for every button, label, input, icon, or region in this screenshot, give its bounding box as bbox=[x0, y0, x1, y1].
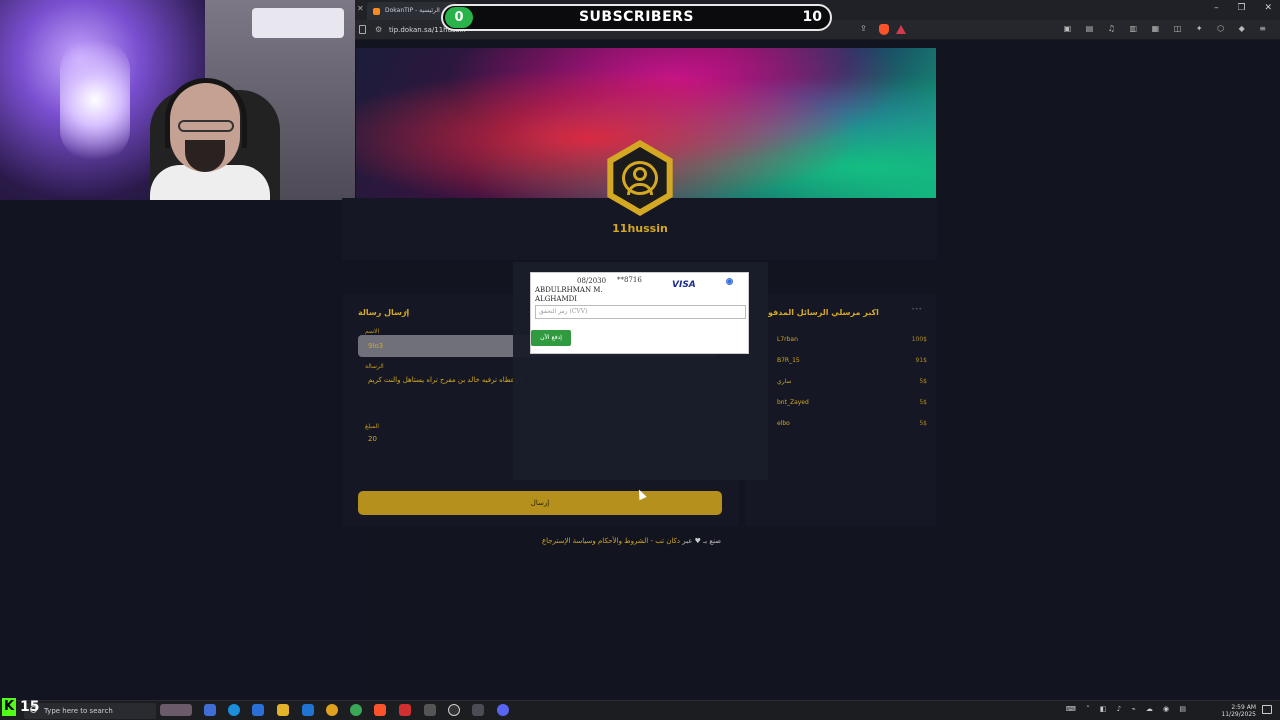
send-button[interactable]: إرسال bbox=[358, 491, 722, 515]
capcut-icon[interactable] bbox=[424, 704, 436, 716]
taskbar-weather-icon[interactable] bbox=[160, 704, 192, 716]
subscriber-goal: 10 bbox=[802, 9, 822, 25]
obs-icon[interactable] bbox=[448, 704, 460, 716]
share-icon[interactable]: ⇪ bbox=[860, 24, 867, 33]
brave-icon[interactable] bbox=[374, 704, 386, 716]
subscriber-label: SUBSCRIBERS bbox=[578, 9, 695, 25]
minimize-icon[interactable]: – bbox=[1214, 3, 1219, 13]
top-sender-name: B7R_15 bbox=[777, 357, 800, 364]
name-label: الاسم bbox=[365, 328, 380, 335]
top-sender-row: elbo 5$ bbox=[777, 420, 927, 432]
top-sender-amount: 5$ bbox=[919, 420, 927, 427]
file-explorer-icon[interactable] bbox=[277, 704, 289, 716]
footer-by: عبر bbox=[682, 537, 693, 545]
taskbar-search[interactable]: Type here to search bbox=[24, 703, 156, 719]
system-tray-icons[interactable]: ⌨ ˄ ◧ ♪ ⌁ ☁ ◉ ▤ bbox=[1066, 705, 1190, 713]
subscriber-goal-overlay: SUBSCRIBERS 0 10 bbox=[441, 4, 832, 31]
avatar-inner bbox=[613, 147, 667, 209]
footer-brand-link[interactable]: دكان تب bbox=[655, 537, 680, 545]
top-senders-title: اكبر مرسلي الرسائل المدفو bbox=[768, 308, 879, 317]
taskbar-search-placeholder: Type here to search bbox=[44, 707, 113, 715]
visa-logo: VISA bbox=[672, 280, 696, 290]
store-icon[interactable] bbox=[252, 704, 264, 716]
profile-username: 11hussin bbox=[612, 222, 668, 235]
footer-prefix: صنع بـ bbox=[703, 537, 722, 545]
webcam-neon-light bbox=[60, 40, 130, 160]
cvv-input[interactable]: رمز التحقق (CVV) bbox=[535, 305, 746, 319]
brave-rewards-icon[interactable] bbox=[896, 25, 906, 34]
webcam-overlay bbox=[0, 0, 355, 200]
close-tab-icon[interactable]: ✕ bbox=[357, 4, 364, 13]
webpage: 11hussin إرسال رسالة ➶ الاسم 9lo3 الرسال… bbox=[342, 40, 1280, 700]
top-sender-amount: 5$ bbox=[919, 378, 927, 385]
screen: ✕ DokanTIP - الرئيسية + – ❐ ✕ ⚙ tip.doka… bbox=[0, 0, 1280, 720]
top-sender-amount: 100$ bbox=[911, 336, 927, 343]
edge-icon[interactable] bbox=[228, 704, 240, 716]
chrome-icon[interactable] bbox=[350, 704, 362, 716]
page-footer: صنع بـ ♥ عبر دكان تب - الشروط والأحكام و… bbox=[542, 537, 721, 545]
top-sender-name: ساري bbox=[777, 378, 792, 385]
top-sender-row: B7R_15 91$ bbox=[777, 357, 927, 369]
discord-icon[interactable] bbox=[497, 704, 509, 716]
webcam-air-conditioner bbox=[252, 8, 344, 38]
windows-taskbar: Type here to search K 15 ⌨ ˄ ◧ ♪ ⌁ ☁ ◉ ▤… bbox=[0, 698, 1280, 720]
user-icon bbox=[633, 167, 647, 181]
active-app-icon[interactable] bbox=[472, 704, 484, 716]
chrome-canary-icon[interactable] bbox=[326, 704, 338, 716]
extension-icons[interactable]: ▣ ▤ ♫ ▥ ▦ ◫ ✦ ⬡ ◆ ≡ bbox=[1064, 24, 1272, 33]
restore-icon[interactable]: ❐ bbox=[1238, 3, 1246, 13]
top-sender-row: bnt_Zayed 5$ bbox=[777, 399, 927, 411]
close-window-icon[interactable]: ✕ bbox=[1264, 3, 1272, 13]
top-sender-amount: 5$ bbox=[919, 399, 927, 406]
top-sender-name: L7rban bbox=[777, 336, 798, 343]
send-message-title: إرسال رسالة bbox=[358, 308, 410, 317]
pay-now-button[interactable]: إدفع الآن bbox=[531, 330, 571, 346]
more-icon[interactable]: ••• bbox=[911, 306, 922, 313]
top-sender-name: elbo bbox=[777, 420, 790, 427]
window-controls: – ❐ ✕ bbox=[1198, 3, 1272, 13]
top-sender-row: L7rban 100$ bbox=[777, 336, 927, 348]
mail-icon[interactable] bbox=[302, 704, 314, 716]
rocket-icon: ➶ bbox=[403, 307, 410, 316]
card-expiry: 08/2030 bbox=[577, 277, 607, 285]
site-info-icon[interactable]: ⚙ bbox=[375, 25, 382, 34]
tab-favicon-icon bbox=[373, 8, 380, 15]
copilot-icon[interactable] bbox=[204, 704, 216, 716]
saved-card-panel: 08/2030 **8716 VISA ABDULRHMAN M. ALGHAM… bbox=[530, 272, 749, 354]
brave-shield-icon[interactable] bbox=[879, 24, 889, 35]
app-icon[interactable] bbox=[399, 704, 411, 716]
system-clock[interactable]: 2:59 AM 11/29/2025 bbox=[1221, 704, 1256, 718]
card-last4: **8716 bbox=[617, 276, 642, 284]
top-sender-row: ساري 5$ bbox=[777, 378, 927, 390]
message-label: الرسالة bbox=[365, 363, 384, 370]
kick-viewer-badge: K 15 bbox=[0, 696, 42, 718]
card-holder-name: ABDULRHMAN M. ALGHAMDI bbox=[535, 286, 603, 303]
top-senders-panel: اكبر مرسلي الرسائل المدفو ••• L7rban 100… bbox=[745, 294, 936, 526]
kick-viewer-count: 15 bbox=[20, 699, 40, 715]
top-sender-name: bnt_Zayed bbox=[777, 399, 809, 406]
top-sender-amount: 91$ bbox=[915, 357, 927, 364]
clock-time: 2:59 AM bbox=[1231, 704, 1256, 711]
heart-icon: ♥ bbox=[694, 537, 701, 545]
tab-title: DokanTIP - الرئيسية bbox=[385, 7, 440, 14]
subscriber-count: 0 bbox=[445, 7, 473, 28]
kick-logo-icon: K bbox=[2, 698, 16, 716]
card-select-radio[interactable] bbox=[726, 278, 733, 285]
footer-terms-link[interactable]: الشروط والأحكام وسياسة الإسترجاع bbox=[542, 537, 648, 545]
notification-icon[interactable] bbox=[1262, 705, 1272, 714]
clock-date: 11/29/2025 bbox=[1221, 711, 1256, 718]
bookmark-icon[interactable] bbox=[359, 25, 366, 34]
